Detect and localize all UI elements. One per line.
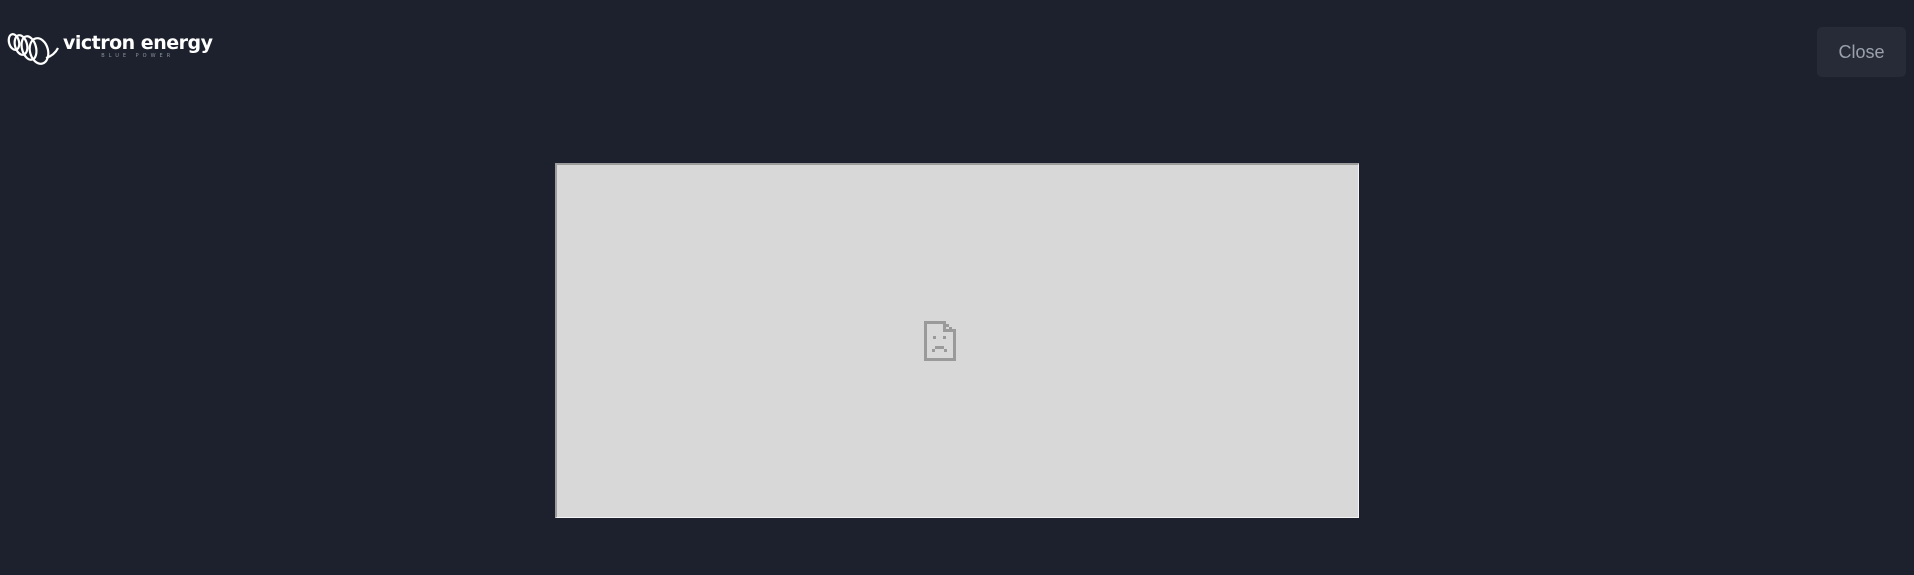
page: victron energy BLUE POWER Close	[0, 0, 1914, 575]
embedded-content-frame	[555, 163, 1359, 518]
logo-tagline: BLUE POWER	[101, 53, 175, 59]
logo-name: victron energy	[63, 32, 213, 54]
logo-text: victron energy BLUE POWER	[63, 32, 213, 60]
victron-logo: victron energy BLUE POWER	[6, 28, 213, 70]
victron-spiral-logo-icon	[7, 33, 59, 65]
close-button[interactable]: Close	[1817, 27, 1906, 77]
broken-page-icon	[924, 321, 956, 361]
